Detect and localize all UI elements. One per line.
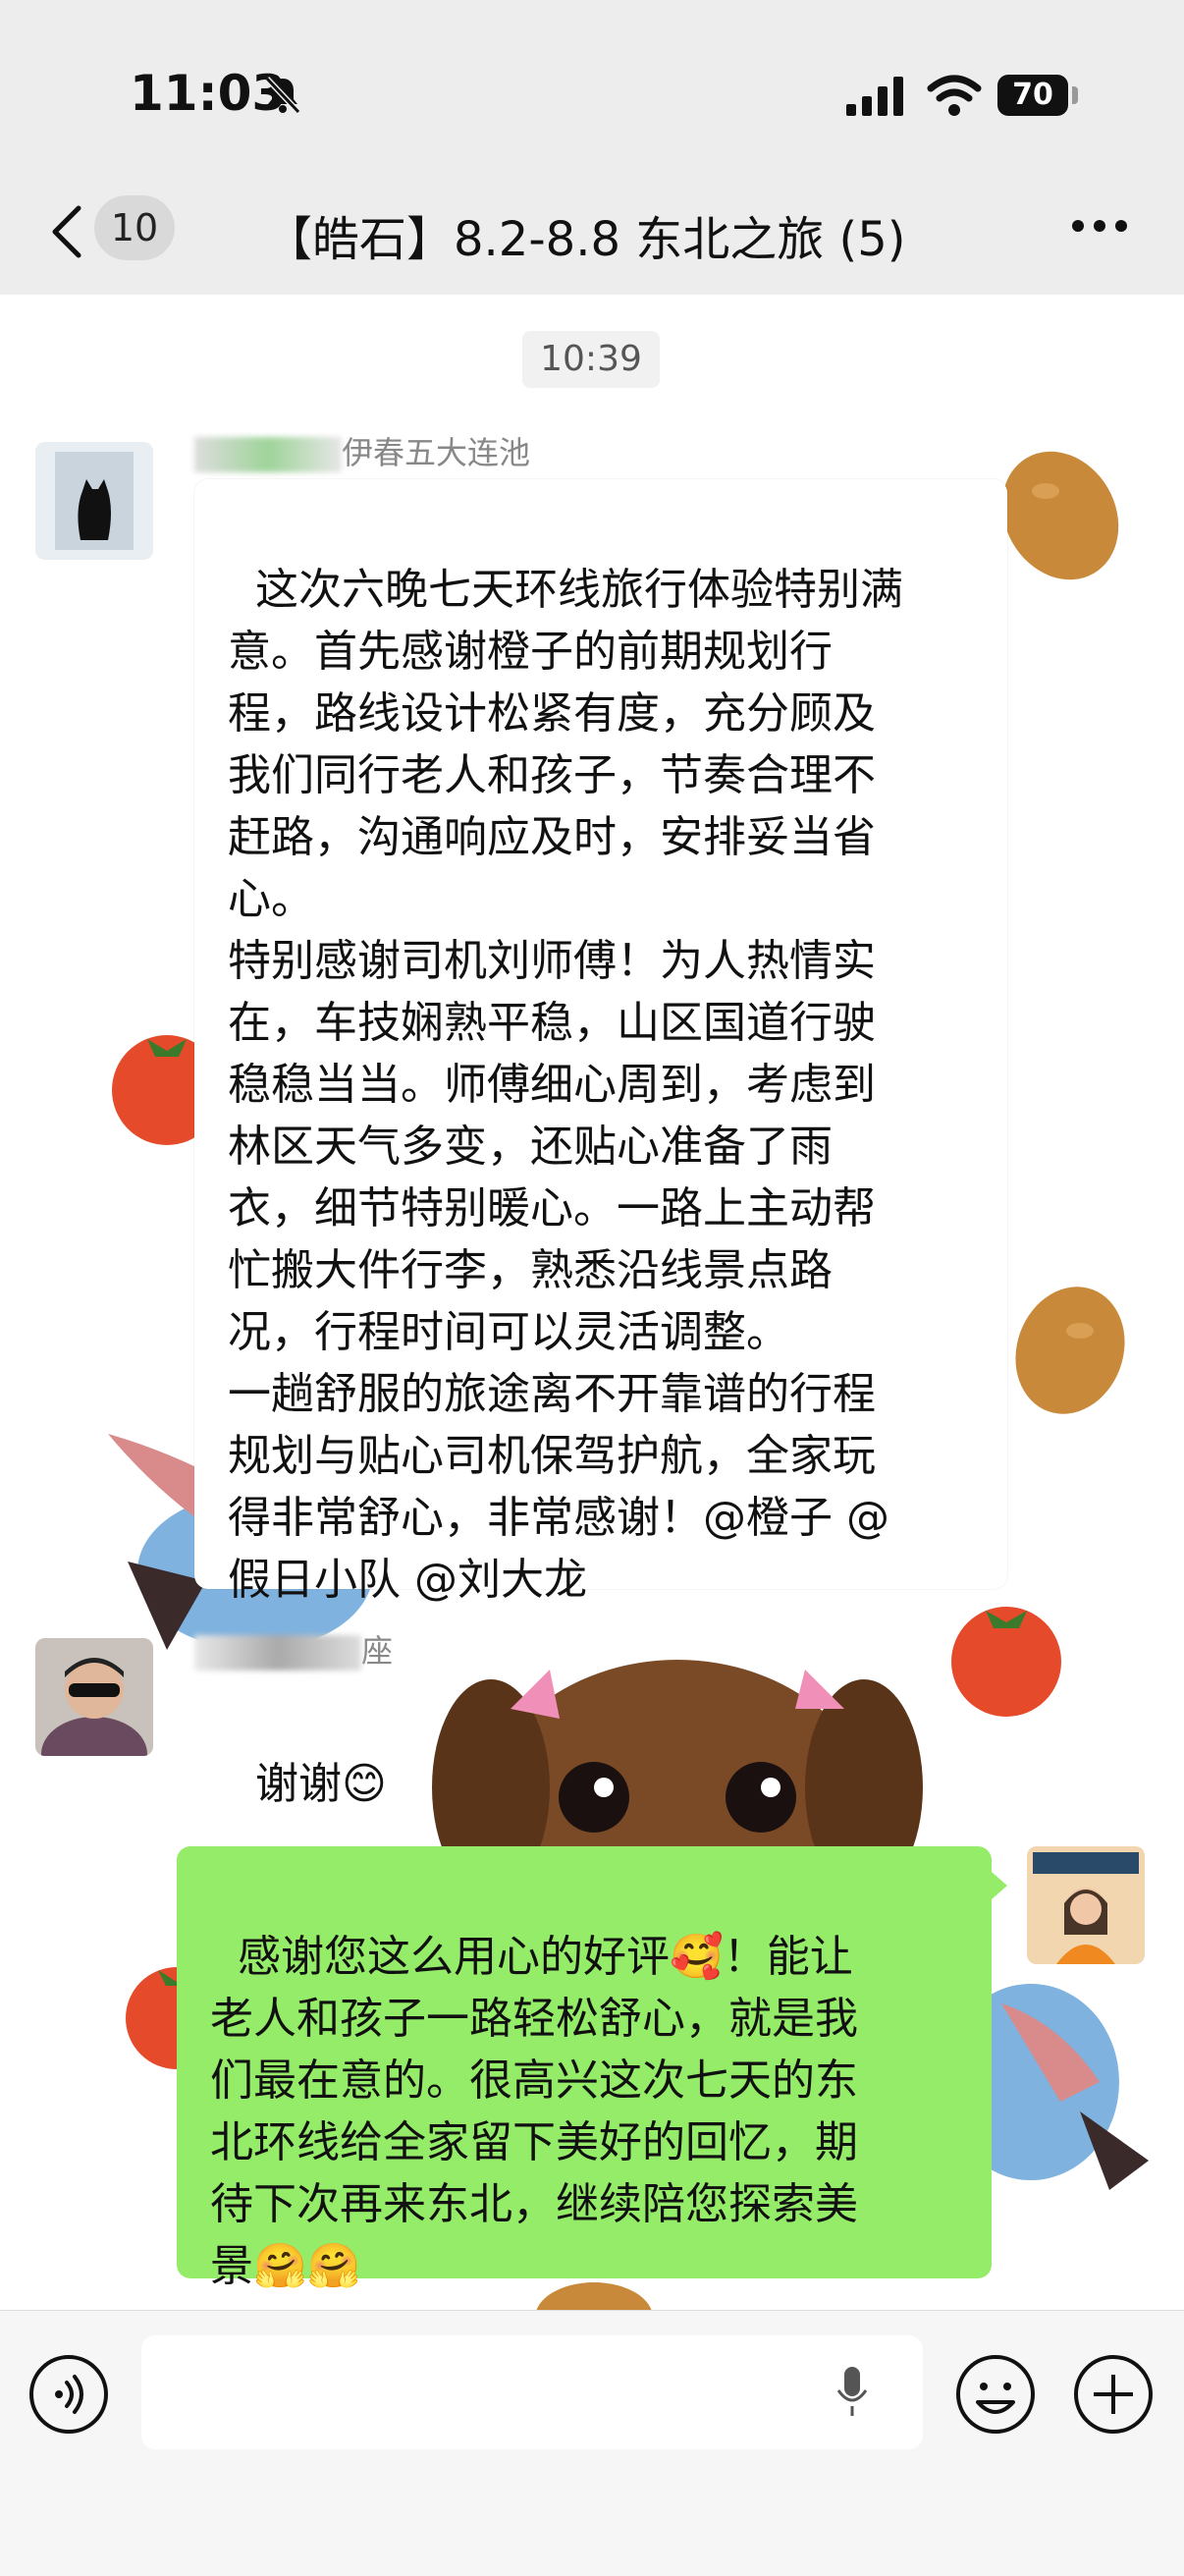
- emoji-icon[interactable]: [954, 2353, 1037, 2436]
- message-timestamp: 10:39: [522, 331, 660, 388]
- message-text: 谢谢😊: [254, 1759, 387, 1809]
- message-bubble[interactable]: 谢谢😊: [194, 1677, 430, 1809]
- message-text: 这次六晚七天环线旅行体验特别满 意。首先感谢橙子的前期规划行 程，路线设计松紧有…: [228, 565, 903, 1605]
- unread-count-badge[interactable]: 10: [94, 195, 175, 260]
- wifi-icon: [927, 75, 982, 116]
- add-attachment-icon[interactable]: [1072, 2353, 1155, 2436]
- bell-muted-icon: [264, 76, 301, 115]
- sender-name: 座: [194, 1626, 393, 1672]
- my-message-bubble[interactable]: 感谢您这么用心的好评🥰！能让 老人和孩子一路轻松舒心，就是我 们最在意的。很高兴…: [177, 1846, 992, 2291]
- blurred-name-portion: [194, 1635, 361, 1671]
- message-bubble[interactable]: 这次六晚七天环线旅行体验特别满 意。首先感谢橙子的前期规划行 程，路线设计松紧有…: [194, 479, 1007, 1605]
- battery-cap: [1072, 86, 1078, 104]
- potato-sticker: [1015, 1287, 1125, 1414]
- back-chevron-icon[interactable]: [47, 202, 86, 261]
- message-input[interactable]: [141, 2335, 923, 2449]
- more-options-icon[interactable]: [1070, 218, 1129, 234]
- cartoon-character-sticker: [962, 1984, 1149, 2190]
- tomato-sticker: [951, 1607, 1061, 1717]
- sender-avatar[interactable]: [35, 442, 153, 560]
- sender-name: 伊春五大连池: [194, 428, 530, 473]
- chat-title: 【皓石】8.2-8.8 东北之旅 (5): [265, 212, 906, 267]
- my-avatar[interactable]: [1027, 1846, 1145, 1964]
- person-avatar-icon: [1027, 1846, 1145, 1964]
- potato-sticker: [1001, 451, 1119, 580]
- message-text: 感谢您这么用心的好评🥰！能让 老人和孩子一路轻松舒心，就是我 们最在意的。很高兴…: [210, 1932, 858, 2291]
- sender-name-visible: 伊春五大连池: [342, 434, 531, 471]
- sender-name-visible: 座: [361, 1632, 394, 1670]
- bubble-tail: [992, 1872, 1007, 1899]
- battery-icon: 70: [997, 75, 1068, 116]
- sender-avatar[interactable]: [35, 1638, 153, 1756]
- blurred-name-portion: [194, 437, 342, 472]
- person-with-sunglasses-avatar-icon: [35, 1638, 153, 1756]
- voice-input-icon[interactable]: [27, 2353, 110, 2436]
- black-cat-avatar-icon: [35, 442, 153, 560]
- battery-level: 70: [1012, 78, 1053, 112]
- cellular-signal-icon: [846, 77, 903, 116]
- microphone-icon[interactable]: [833, 2363, 872, 2422]
